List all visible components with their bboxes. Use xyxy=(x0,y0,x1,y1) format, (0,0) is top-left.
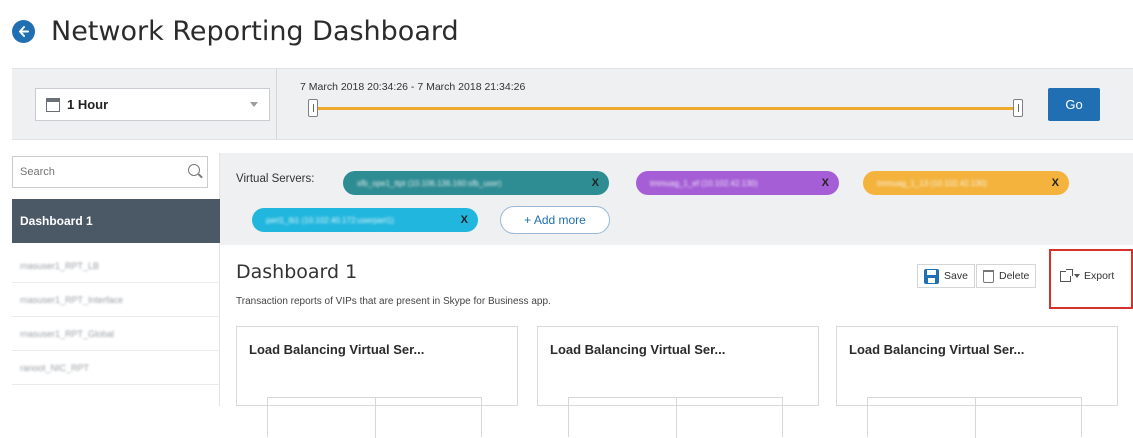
sidebar-item-label: rnasuser1_RPT_Global xyxy=(20,328,115,339)
filter-chip: pert1_lb1 (10.102.40.172:userpart1) X xyxy=(252,208,478,232)
filter-chip: sfb_ope1_ttpt (10.106.136.160:sfb_user) … xyxy=(343,171,609,195)
search-icon[interactable] xyxy=(188,164,200,176)
search-input[interactable] xyxy=(20,166,170,178)
save-button[interactable]: Save xyxy=(917,264,975,288)
trash-icon xyxy=(983,269,994,283)
add-more-button[interactable]: + Add more xyxy=(500,206,610,234)
sidebar-item[interactable]: ranoot_NIC_RPT xyxy=(12,351,220,385)
card-title: Load Balancing Virtual Ser... xyxy=(849,342,1025,357)
card-table xyxy=(867,397,1082,438)
chip-remove-button[interactable]: X xyxy=(816,177,829,189)
card-title: Load Balancing Virtual Ser... xyxy=(550,342,726,357)
page-title: Network Reporting Dashboard xyxy=(51,15,459,47)
save-label: Save xyxy=(944,270,968,282)
slider-start-handle[interactable] xyxy=(308,99,318,117)
back-arrow-icon[interactable] xyxy=(12,19,35,43)
card-table xyxy=(267,397,482,438)
page-header: Network Reporting Dashboard xyxy=(12,13,459,49)
report-card[interactable]: Load Balancing Virtual Ser... xyxy=(236,326,518,438)
calendar-icon xyxy=(46,97,60,112)
sidebar-item-dashboard-1[interactable]: Dashboard 1 xyxy=(12,199,220,243)
report-card[interactable]: Load Balancing Virtual Ser... xyxy=(537,326,819,438)
delete-button[interactable]: Delete xyxy=(976,264,1037,288)
virtual-servers-filter: Virtual Servers: xyxy=(236,173,314,185)
dashboard-description: Transaction reports of VIPs that are pre… xyxy=(236,296,551,307)
go-button[interactable]: Go xyxy=(1048,88,1100,121)
virtual-servers-label: Virtual Servers: xyxy=(236,173,315,185)
dashboard-title: Dashboard 1 xyxy=(236,261,358,283)
sidebar: Dashboard 1 rnasuser1_RPT_LB rnasuser1_R… xyxy=(12,153,220,406)
delete-label: Delete xyxy=(999,270,1030,282)
sidebar-item[interactable]: rnasuser1_RPT_LB xyxy=(12,249,220,283)
chip-label: tmmuag_1_13 (10.102.42.130) xyxy=(877,178,987,188)
card-table xyxy=(568,397,783,438)
chip-label: tmmuag_1_ef (10.102.42.130) xyxy=(650,178,758,188)
chip-label: pert1_lb1 (10.102.40.172:userpart1) xyxy=(266,215,395,225)
slider-end-handle[interactable] xyxy=(1013,99,1023,117)
sidebar-item[interactable]: rnasuser1_RPT_Global xyxy=(12,317,220,351)
time-range-text: 7 March 2018 20:34:26 - 7 March 2018 21:… xyxy=(300,81,526,93)
chevron-down-icon xyxy=(250,102,258,107)
sidebar-item-label: ranoot_NIC_RPT xyxy=(20,362,90,373)
chip-remove-button[interactable]: X xyxy=(1046,177,1059,189)
sidebar-item-label: rnasuser1_RPT_LB xyxy=(20,260,100,271)
duration-value: 1 Hour xyxy=(67,97,109,112)
chip-remove-button[interactable]: X xyxy=(455,214,468,226)
time-range-slider[interactable] xyxy=(309,107,1021,110)
duration-dropdown[interactable]: 1 Hour xyxy=(35,88,270,121)
highlight-annotation xyxy=(1049,249,1133,309)
search-box xyxy=(12,156,208,188)
save-icon xyxy=(924,268,939,284)
filter-chip: tmmuag_1_ef (10.102.42.130) X xyxy=(636,171,839,195)
report-card[interactable]: Load Balancing Virtual Ser... xyxy=(836,326,1118,438)
time-range-bar: 1 Hour 7 March 2018 20:34:26 - 7 March 2… xyxy=(12,68,1133,140)
divider xyxy=(276,69,277,140)
card-title: Load Balancing Virtual Ser... xyxy=(249,342,425,357)
filter-chip: tmmuag_1_13 (10.102.42.130) X xyxy=(863,171,1069,195)
chip-remove-button[interactable]: X xyxy=(586,177,599,189)
chip-label: sfb_ope1_ttpt (10.106.136.160:sfb_user) xyxy=(357,178,502,188)
sidebar-item-label: rnasuser1_RPT_Interface xyxy=(20,294,124,305)
sidebar-item[interactable]: rnasuser1_RPT_Interface xyxy=(12,283,220,317)
